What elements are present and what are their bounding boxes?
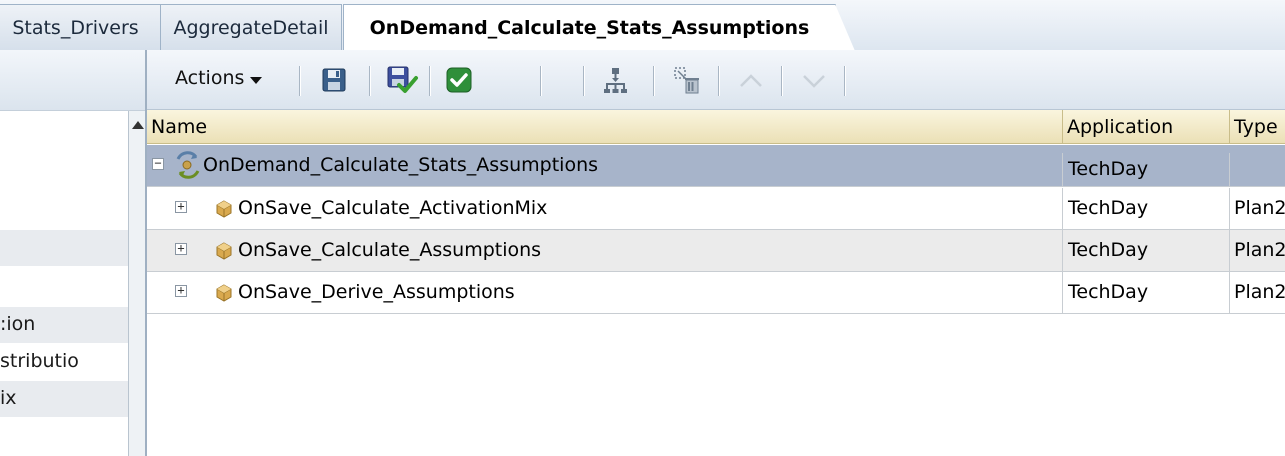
left-panel-list: :ion stributio ix — [0, 111, 128, 456]
column-header-label: Application — [1067, 116, 1174, 138]
row-name: OnDemand_Calculate_Stats_Assumptions — [203, 154, 599, 176]
validate-button[interactable] — [444, 65, 474, 95]
left-panel-scrollbar[interactable] — [128, 111, 145, 456]
save-as-icon — [387, 66, 418, 93]
tab-label: OnDemand_Calculate_Stats_Assumptions — [369, 16, 810, 39]
row-application: TechDay — [1062, 272, 1229, 313]
list-item[interactable] — [0, 111, 128, 147]
grid-header: Name Application Type — [147, 110, 1285, 144]
toolbar: Actions — [147, 50, 1285, 110]
row-name: OnSave_Derive_Assumptions — [238, 281, 515, 303]
list-item-label: stributio — [0, 350, 79, 372]
actions-menu-button[interactable]: Actions — [175, 67, 263, 89]
list-item[interactable]: ix — [0, 381, 128, 417]
scroll-up-arrow-icon[interactable] — [132, 121, 144, 129]
move-down-icon — [803, 75, 825, 88]
toolbar-separator — [299, 66, 300, 96]
list-item[interactable] — [0, 230, 128, 266]
remove-icon — [674, 67, 699, 94]
row-application: TechDay — [1062, 230, 1229, 271]
row-type: Plan2 — [1229, 230, 1285, 271]
move-up-button[interactable] — [736, 65, 766, 95]
toolbar-separator — [540, 66, 541, 96]
toolbar-separator — [844, 66, 845, 96]
list-item[interactable] — [0, 268, 128, 304]
list-item-label: ix — [0, 387, 17, 409]
toolbar-separator — [583, 66, 584, 96]
table-row[interactable]: + OnSave_Calculate_ActivationMix TechDay… — [147, 188, 1285, 230]
table-row[interactable]: + OnSave_Calculate_Assumptions TechDay P… — [147, 230, 1285, 272]
row-type: Plan2 — [1229, 188, 1285, 229]
tab-label: Stats_Drivers — [12, 16, 139, 39]
tab-ondemand-calculate-stats-assumptions[interactable]: OnDemand_Calculate_Stats_Assumptions — [343, 4, 855, 51]
tab-aggregate-detail[interactable]: AggregateDetail — [160, 4, 342, 50]
row-type — [1229, 153, 1285, 186]
tab-stats-drivers[interactable]: Stats_Drivers — [0, 4, 162, 50]
left-panel: :ion stributio ix — [0, 50, 145, 456]
left-panel-header — [0, 50, 145, 111]
tab-strip: Stats_Drivers AggregateDetail OnDemand_C… — [0, 0, 1285, 51]
rules-grid: Name Application Type − OnDemand_Calcula… — [147, 110, 1285, 456]
list-item[interactable]: :ion — [0, 307, 128, 343]
remove-button[interactable] — [672, 65, 702, 95]
expand-icon[interactable]: + — [175, 200, 187, 213]
rule-icon — [216, 242, 232, 260]
row-type: Plan2 — [1229, 272, 1285, 313]
save-as-button[interactable] — [385, 65, 418, 95]
table-row[interactable]: − OnDemand_Calculate_Stats_Assumptions T… — [147, 145, 1285, 187]
save-button[interactable] — [319, 65, 349, 95]
expand-icon[interactable]: + — [175, 284, 187, 297]
list-item[interactable] — [0, 419, 128, 455]
caret-down-icon — [250, 77, 263, 84]
column-header-label: Name — [151, 116, 208, 138]
rule-icon — [216, 284, 232, 302]
tab-label: AggregateDetail — [173, 16, 329, 39]
list-item[interactable] — [0, 187, 128, 223]
list-item[interactable] — [0, 149, 128, 185]
rule-icon — [216, 200, 232, 218]
row-application: TechDay — [1062, 153, 1229, 186]
save-icon — [322, 68, 346, 92]
hierarchy-icon — [604, 68, 627, 93]
collapse-icon[interactable]: − — [152, 157, 164, 170]
move-down-button[interactable] — [799, 65, 829, 95]
actions-label: Actions — [175, 67, 245, 89]
ruleset-icon — [176, 151, 200, 179]
column-header-type[interactable]: Type — [1229, 110, 1285, 144]
list-item[interactable]: stributio — [0, 344, 128, 380]
column-header-application[interactable]: Application — [1062, 110, 1229, 144]
toolbar-separator — [718, 66, 719, 96]
column-header-label: Type — [1234, 116, 1278, 138]
toolbar-separator — [429, 66, 430, 96]
list-item-label: :ion — [0, 313, 36, 335]
toolbar-separator — [369, 66, 370, 96]
column-header-name[interactable]: Name — [147, 110, 1062, 144]
row-name: OnSave_Calculate_Assumptions — [238, 239, 542, 261]
move-up-icon — [740, 74, 762, 87]
toolbar-separator — [781, 66, 782, 96]
expand-icon[interactable]: + — [175, 242, 187, 255]
row-application: TechDay — [1062, 188, 1229, 229]
validate-icon — [446, 67, 472, 93]
row-name: OnSave_Calculate_ActivationMix — [238, 197, 548, 219]
toolbar-separator — [653, 66, 654, 96]
table-row[interactable]: + OnSave_Derive_Assumptions TechDay Plan… — [147, 272, 1285, 314]
hierarchy-button[interactable] — [600, 65, 630, 95]
